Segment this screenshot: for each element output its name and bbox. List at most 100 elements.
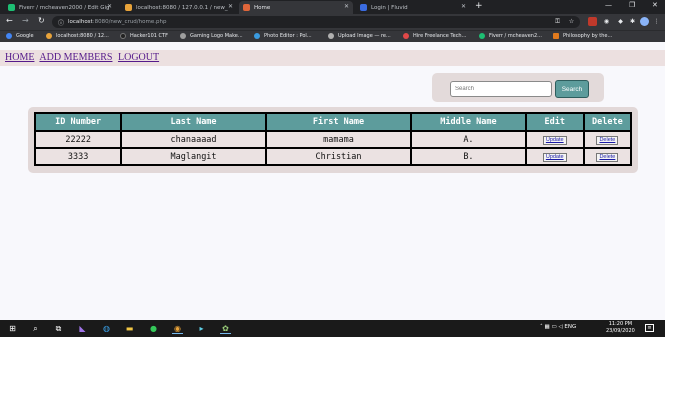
address-bar[interactable]: ⓘ localhost:8080/new_crud/home.php [52,16,580,28]
tab-phpmyadmin[interactable]: localhost:8080 / 127.0.0.1 / new_ ✕ [121,1,237,14]
windows-start-icon[interactable]: ⊞ [7,323,18,334]
bookmark-gaming-logo[interactable]: Gaming Logo Make... [180,33,243,39]
url-host: localhost [68,19,93,25]
close-tab-icon[interactable]: ✕ [461,3,466,10]
header-edit: Edit [526,114,583,130]
system-tray: ˄ ▦ ▭ ◁ ENG [540,324,576,330]
cell-first-name: mamama [266,132,411,147]
network-icon[interactable]: ▦ [545,324,550,330]
blogger-icon [553,33,559,39]
forward-arrow-icon[interactable]: → [22,16,29,25]
nav-logout-link[interactable]: LOGOUT [118,52,159,63]
star-icon[interactable]: ☆ [567,17,576,26]
info-icon[interactable]: ⓘ [58,18,64,27]
extensions-puzzle-icon[interactable]: ✱ [628,17,637,26]
profile-avatar-icon[interactable] [640,17,649,26]
bookmark-hacker101[interactable]: Hacker101 CTF [120,33,168,39]
url-path: :8080/new_crud/home.php [92,19,167,25]
bookmark-hire-freelance[interactable]: Hire Freelance Tech... [403,33,466,39]
extension-icon[interactable]: ◆ [616,17,625,26]
file-explorer-icon[interactable]: ▬ [124,323,135,334]
fiverr-icon [479,33,485,39]
screen: Fiverr / mcheaven2000 / Edit Gig ✕ local… [0,0,680,400]
header-delete: Delete [584,114,630,130]
cell-delete: Delete [584,132,630,147]
extension-icon[interactable]: ◉ [602,17,611,26]
photo-editor-icon [254,33,260,39]
task-view-icon[interactable]: ⧉ [53,323,64,334]
system-clock[interactable]: 11:20 PM 23/09/2020 [606,321,635,335]
volume-icon[interactable]: ◁ [558,324,562,330]
browser-tab-bar: Fiverr / mcheaven2000 / Edit Gig ✕ local… [0,0,665,14]
tab-login-fluvid[interactable]: Login | Fluvid ✕ [356,1,470,14]
members-table-card: ID Number Last Name First Name Middle Na… [28,107,638,173]
tab-title: localhost:8080 / 127.0.0.1 / new_ [136,4,228,11]
back-arrow-icon[interactable]: ← [6,16,13,25]
edge-icon[interactable]: ◍ [101,323,112,334]
bookmark-photo-editor[interactable]: Photo Editor : Pol... [254,33,312,39]
bookmark-label: Gaming Logo Make... [190,33,243,39]
header-id-number: ID Number [36,114,121,130]
close-tab-icon[interactable]: ✕ [228,3,233,10]
extension-icon[interactable] [588,17,597,26]
bookmark-label: Philosophy by the... [563,33,613,39]
bookmark-label: localhost:8080 / 12... [56,33,109,39]
windows-taskbar: ⊞ ⌕ ⧉ ◣ ◍ ▬ ● ◉ ▸ ✿ ˄ ▦ ▭ ◁ ENG 11:20 PM… [0,320,665,337]
minimize-icon[interactable]: — [605,1,612,9]
new-tab-button[interactable]: + [475,1,483,11]
clock-date: 23/09/2020 [606,328,635,334]
spotify-icon[interactable]: ● [148,323,159,334]
cell-delete: Delete [584,149,630,164]
cell-id-number: 22222 [36,132,121,147]
nav-add-members-link[interactable]: ADD MEMBERS [39,52,112,63]
bookmark-label: Photo Editor : Pol... [264,33,312,39]
search-icon[interactable]: ⌕ [30,323,41,334]
close-tab-icon[interactable]: ✕ [344,3,349,10]
page-scrollbar[interactable] [665,0,680,320]
fluvid-icon [360,4,367,11]
bookmark-philosophy[interactable]: Philosophy by the... [553,33,612,39]
cell-middle-name: A. [412,132,525,147]
hacker101-icon [120,33,126,39]
cell-last-name: Maglangit [122,149,265,164]
search-button[interactable]: Search [555,80,589,98]
bookmark-localhost[interactable]: localhost:8080 / 12... [46,33,109,39]
tab-title: Home [254,4,271,11]
tab-home[interactable]: Home ✕ [239,1,353,14]
table-header-row: ID Number Last Name First Name Middle Na… [36,114,630,130]
close-window-icon[interactable]: ✕ [652,1,658,9]
search-input[interactable] [450,81,552,97]
restore-icon[interactable]: ❐ [629,1,635,9]
tray-chevron-icon[interactable]: ˄ [540,324,543,330]
close-tab-icon[interactable]: ✕ [107,3,112,10]
notifications-icon[interactable]: ≡ [645,324,654,332]
search-panel: Search [432,73,604,102]
fiverr-icon [8,4,15,11]
update-button[interactable]: Update [542,136,567,145]
delete-button[interactable]: Delete [596,136,619,145]
cell-id-number: 3333 [36,149,121,164]
delete-button[interactable]: Delete [596,153,619,162]
nav-home-link[interactable]: HOME [5,52,34,63]
bookmark-upload-image[interactable]: Upload Image — re... [328,33,391,39]
bookmark-fiverr[interactable]: Fiverr / mcheaven2... [479,33,542,39]
reload-icon[interactable]: ↻ [38,16,45,25]
app-icon[interactable]: ✿ [220,323,231,334]
bookmark-google[interactable]: Google [6,33,34,39]
cell-edit: Update [526,149,583,164]
menu-kebab-icon[interactable]: ⋮ [652,17,661,26]
bookmark-label: Google [16,33,34,39]
cell-last-name: chanaaaad [122,132,265,147]
visual-studio-icon[interactable]: ◣ [77,323,88,334]
key-icon[interactable]: ⚿ [553,17,562,26]
chrome-icon[interactable]: ◉ [172,323,183,334]
tab-fiverr-edit-gig[interactable]: Fiverr / mcheaven2000 / Edit Gig ✕ [4,1,116,14]
phpmyadmin-icon [125,4,132,11]
tab-title: Fiverr / mcheaven2000 / Edit Gig [19,4,110,11]
bookmark-label: Upload Image — re... [338,33,391,39]
google-icon [6,33,12,39]
battery-icon[interactable]: ▭ [551,324,556,330]
language-indicator[interactable]: ENG [564,324,576,330]
terminal-icon[interactable]: ▸ [196,323,207,334]
update-button[interactable]: Update [542,153,567,162]
